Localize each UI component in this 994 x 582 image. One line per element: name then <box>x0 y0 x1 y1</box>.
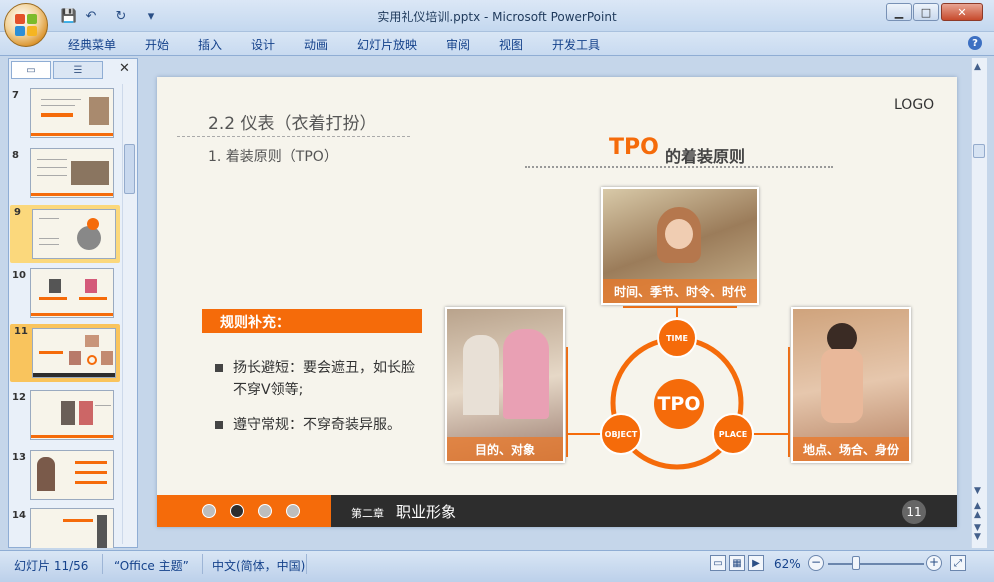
photo-object: 目的、对象 <box>445 307 565 463</box>
menu-design[interactable]: 设计 <box>251 36 275 53</box>
redo-icon[interactable]: ↻ <box>112 7 130 25</box>
thumbnail-slide-12[interactable]: 12 <box>8 390 128 448</box>
menu-bar: 经典菜单 开始 插入 设计 动画 幻灯片放映 审阅 视图 开发工具 ? <box>0 32 994 56</box>
nav-dot <box>202 504 216 518</box>
office-logo-icon <box>15 14 37 36</box>
menu-animation[interactable]: 动画 <box>304 36 328 53</box>
zoom-slider-track[interactable] <box>828 563 924 565</box>
person-figure <box>821 349 863 423</box>
prev-slide-icon[interactable]: ▲ ▲ <box>974 502 981 520</box>
next-slide-icon[interactable]: ▼ ▼ <box>974 524 981 542</box>
person-figure <box>463 335 499 415</box>
slides-tab[interactable]: ▭ <box>11 61 51 79</box>
thumb-image <box>30 390 114 440</box>
save-icon[interactable]: 💾 <box>60 7 78 25</box>
outline-tab[interactable]: ☰ <box>53 61 103 79</box>
title-bar: 实用礼仪培训.pptx - Microsoft PowerPoint 💾 ↶ ↻… <box>0 0 994 32</box>
help-icon[interactable]: ? <box>968 36 982 50</box>
close-button[interactable]: ✕ <box>941 3 983 21</box>
current-slide[interactable]: 2.2 仪表（衣着打扮） 1. 着装原则（TPO） LOGO TPO 的着装原则… <box>157 77 957 527</box>
menu-home[interactable]: 开始 <box>145 36 169 53</box>
time-node: TIME <box>657 318 697 358</box>
menu-slideshow[interactable]: 幻灯片放映 <box>357 36 417 53</box>
thumb-number: 10 <box>12 270 26 281</box>
normal-view-icon[interactable]: ▭ <box>710 555 726 571</box>
caption-place: 地点、场合、身份 <box>793 437 909 461</box>
menu-classic[interactable]: 经典菜单 <box>68 36 116 53</box>
zoom-level[interactable]: 62% <box>774 557 801 571</box>
status-bar: 幻灯片 11/56 “Office 主题” 中文(简体，中国) ▭ ▦ ▶ 62… <box>0 550 994 582</box>
footer-accent <box>157 495 331 527</box>
thumbnail-slide-9[interactable]: 9 <box>10 205 120 263</box>
slideshow-view-icon[interactable]: ▶ <box>748 555 764 571</box>
menu-review[interactable]: 审阅 <box>446 36 470 53</box>
thumb-number: 13 <box>12 452 26 463</box>
menu-developer[interactable]: 开发工具 <box>552 36 600 53</box>
slide-counter: 幻灯片 11/56 <box>14 559 89 573</box>
page-number: 11 <box>902 500 926 524</box>
fit-to-window-icon[interactable]: ⤢ <box>950 555 966 571</box>
pane-close-icon[interactable]: ✕ <box>119 61 130 76</box>
office-button[interactable] <box>4 3 48 47</box>
person-figure <box>503 329 549 419</box>
thumbnail-slide-10[interactable]: 10 <box>8 268 128 326</box>
thumb-number: 12 <box>12 392 26 403</box>
thumb-image <box>30 148 114 198</box>
footer-title: 职业形象 <box>396 503 457 521</box>
tpo-center-node: TPO <box>654 379 704 429</box>
nav-dot-active <box>230 504 244 518</box>
thumb-image <box>32 209 116 259</box>
nav-dot <box>286 504 300 518</box>
thumb-number: 8 <box>12 150 19 161</box>
thumbnail-slide-7[interactable]: 7 <box>8 88 128 146</box>
thumbnail-scrollbar[interactable] <box>122 84 136 544</box>
photo-place: 地点、场合、身份 <box>791 307 911 463</box>
footer-chapter: 第二章 <box>351 507 384 520</box>
thumb-number: 7 <box>12 90 19 101</box>
slide-scrollbar[interactable]: ▲ ▼ ▲ ▲ ▼ ▼ <box>971 58 987 548</box>
scroll-up-icon[interactable]: ▲ <box>974 62 981 72</box>
nav-dot <box>258 504 272 518</box>
outline-tab-icon: ☰ <box>73 64 83 76</box>
thumb-image <box>32 328 116 378</box>
thumbnail-slide-11[interactable]: 11 <box>10 324 120 382</box>
thumb-image <box>30 88 114 138</box>
scroll-down-icon[interactable]: ▼ <box>974 486 981 496</box>
customize-qat-icon[interactable]: ▾ <box>142 7 160 25</box>
slide-sorter-icon[interactable]: ▦ <box>729 555 745 571</box>
thumbnail-slide-13[interactable]: 13 <box>8 450 128 508</box>
maximize-button[interactable]: □ <box>913 3 939 21</box>
thumb-image <box>30 450 114 500</box>
theme-name[interactable]: “Office 主题” <box>114 557 189 574</box>
zoom-in-icon[interactable]: + <box>926 555 942 571</box>
minimize-button[interactable]: ▁ <box>886 3 912 21</box>
scroll-thumb[interactable] <box>973 144 985 158</box>
person-face <box>665 219 693 249</box>
language-indicator[interactable]: 中文(简体，中国) <box>212 557 305 574</box>
zoom-slider-handle[interactable] <box>852 556 860 570</box>
menu-view[interactable]: 视图 <box>499 36 523 53</box>
thumb-number: 14 <box>12 510 26 521</box>
place-node: PLACE <box>712 413 754 455</box>
thumb-image <box>30 508 114 548</box>
slide-tab-icon: ▭ <box>26 64 36 76</box>
caption-object: 目的、对象 <box>447 437 563 461</box>
thumb-number: 9 <box>14 207 21 218</box>
thumb-image <box>30 268 114 318</box>
photo-time: 时间、季节、时令、时代 <box>601 187 759 305</box>
caption-time: 时间、季节、时令、时代 <box>603 279 757 303</box>
thumb-number: 11 <box>14 326 28 337</box>
object-node: OBJECT <box>600 413 642 455</box>
zoom-out-icon[interactable]: − <box>808 555 824 571</box>
thumbnail-slide-8[interactable]: 8 <box>8 148 128 206</box>
undo-icon[interactable]: ↶ <box>82 7 100 25</box>
thumbnail-slide-14[interactable]: 14 <box>8 508 128 548</box>
menu-insert[interactable]: 插入 <box>198 36 222 53</box>
